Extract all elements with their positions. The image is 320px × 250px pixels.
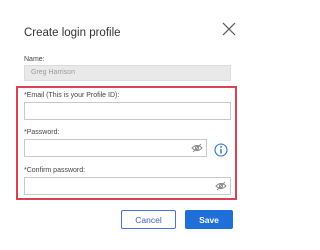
cancel-button[interactable]: Cancel — [121, 210, 176, 229]
confirm-password-field[interactable] — [24, 177, 231, 195]
email-label: *Email (This is your Profile ID): — [24, 92, 120, 99]
save-button[interactable]: Save — [185, 210, 233, 229]
eye-off-icon[interactable] — [215, 181, 227, 191]
eye-off-icon[interactable] — [191, 143, 203, 153]
close-icon[interactable] — [222, 22, 236, 36]
info-icon[interactable] — [214, 143, 228, 157]
dialog-title: Create login profile — [24, 27, 121, 39]
confirm-password-label: *Confirm password: — [24, 167, 86, 174]
password-field[interactable] — [24, 139, 207, 157]
password-label: *Password: — [24, 129, 60, 136]
name-field: Greg Harrison — [24, 65, 231, 81]
email-field[interactable] — [24, 102, 231, 120]
name-label: Name: — [24, 56, 45, 63]
